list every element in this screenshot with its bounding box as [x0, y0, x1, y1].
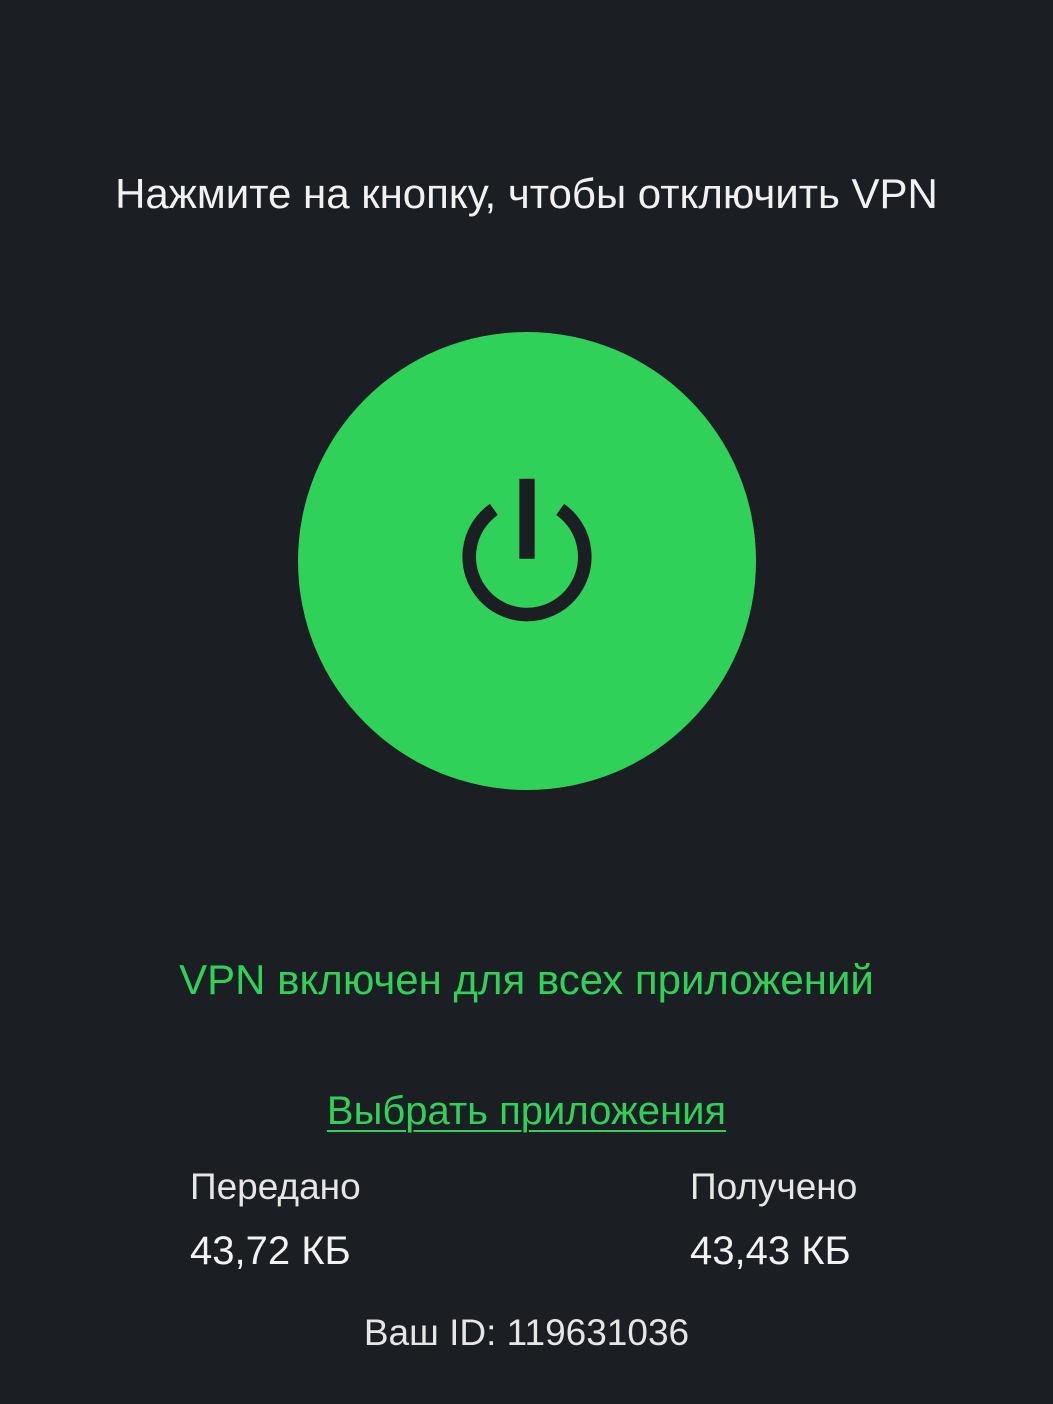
- vpn-power-button[interactable]: [298, 332, 756, 790]
- user-id-text: Ваш ID: 119631036: [363, 1312, 690, 1353]
- vpn-status-text: VPN включен для всех приложений: [179, 956, 874, 1003]
- sent-label: Передано: [190, 1166, 361, 1207]
- select-apps-link[interactable]: Выбрать приложения: [327, 1089, 726, 1133]
- received-label: Получено: [690, 1166, 858, 1207]
- instruction-text: Нажмите на кнопку, чтобы отключить VPN: [115, 170, 938, 217]
- received-value: 43,43 КБ: [690, 1229, 851, 1273]
- select-apps-container: Выбрать приложения: [0, 1086, 1053, 1136]
- sent-value: 43,72 КБ: [190, 1229, 351, 1273]
- power-icon: [462, 478, 592, 622]
